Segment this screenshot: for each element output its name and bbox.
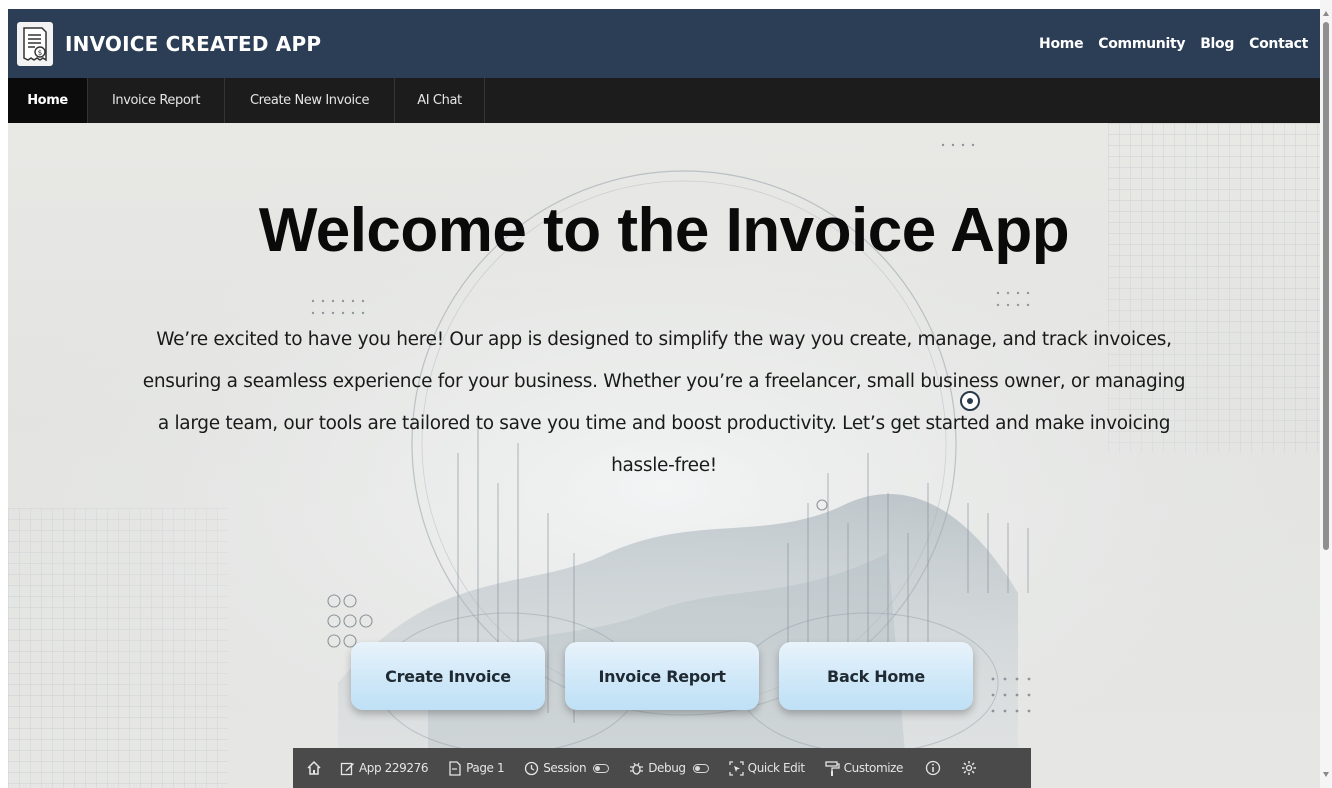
dev-home-button[interactable] — [306, 760, 322, 776]
bug-icon — [630, 762, 644, 775]
scroll-up-arrow-icon[interactable] — [1323, 11, 1329, 16]
clock-icon — [525, 761, 539, 775]
tab-home[interactable]: Home — [8, 78, 88, 123]
nav-link-blog[interactable]: Blog — [1200, 36, 1234, 52]
tab-create-new-invoice[interactable]: Create New Invoice — [225, 78, 395, 123]
page-scrollbar[interactable] — [1320, 0, 1332, 788]
back-home-button[interactable]: Back Home — [779, 642, 973, 710]
nav-link-contact[interactable]: Contact — [1249, 36, 1308, 52]
dev-page-button[interactable]: Page 1 — [448, 760, 505, 776]
app-title: INVOICE CREATED APP — [65, 31, 322, 56]
dev-app-button[interactable]: App 229276 — [340, 761, 428, 776]
hero-description: We’re excited to have you here! Our app … — [142, 329, 1186, 476]
top-nav: Home Community Blog Contact — [1039, 36, 1308, 52]
invoice-report-button[interactable]: Invoice Report — [565, 642, 759, 710]
hero-title: Welcome to the Invoice App — [258, 196, 1070, 265]
dev-customize-label: Customize — [843, 761, 904, 775]
dev-debug-button[interactable]: Debug — [629, 761, 709, 776]
dev-page-label: Page 1 — [466, 761, 505, 775]
invoice-receipt-icon: $ — [17, 21, 53, 66]
gear-icon — [962, 761, 977, 775]
quick-edit-icon — [729, 760, 744, 776]
dev-app-label: App 229276 — [359, 761, 429, 775]
hero-section: Welcome to the Invoice App We’re excited… — [8, 123, 1320, 788]
create-invoice-button[interactable]: Create Invoice — [351, 642, 545, 710]
developer-toolbar: App 229276 Page 1 Session Debug Quick Ed… — [293, 748, 1031, 788]
page-icon — [449, 760, 461, 776]
tab-bar: Home Invoice Report Create New Invoice A… — [8, 78, 1320, 123]
paint-roller-icon — [825, 760, 840, 776]
dev-session-button[interactable]: Session — [524, 761, 610, 776]
dev-debug-label: Debug — [648, 761, 686, 775]
dev-info-button[interactable] — [925, 760, 941, 776]
tab-ai-chat[interactable]: AI Chat — [395, 78, 485, 123]
nav-link-home[interactable]: Home — [1039, 36, 1084, 52]
svg-text:$: $ — [38, 49, 42, 57]
app-header: $ INVOICE CREATED APP Home Community Blo… — [8, 9, 1320, 78]
info-icon — [925, 760, 941, 776]
home-icon — [307, 760, 321, 775]
scroll-down-arrow-icon[interactable] — [1323, 772, 1329, 777]
dev-customize-button[interactable]: Customize — [825, 760, 904, 776]
session-toggle-icon[interactable] — [593, 763, 610, 773]
nav-link-community[interactable]: Community — [1098, 36, 1185, 52]
dev-settings-button[interactable] — [961, 760, 977, 776]
scroll-thumb[interactable] — [1323, 22, 1329, 550]
tab-invoice-report[interactable]: Invoice Report — [88, 78, 225, 123]
dev-quick-edit-label: Quick Edit — [747, 761, 805, 775]
edit-icon — [340, 762, 354, 775]
dev-quick-edit-button[interactable]: Quick Edit — [729, 760, 805, 776]
dev-session-label: Session — [543, 761, 587, 775]
debug-toggle-icon[interactable] — [692, 763, 709, 773]
